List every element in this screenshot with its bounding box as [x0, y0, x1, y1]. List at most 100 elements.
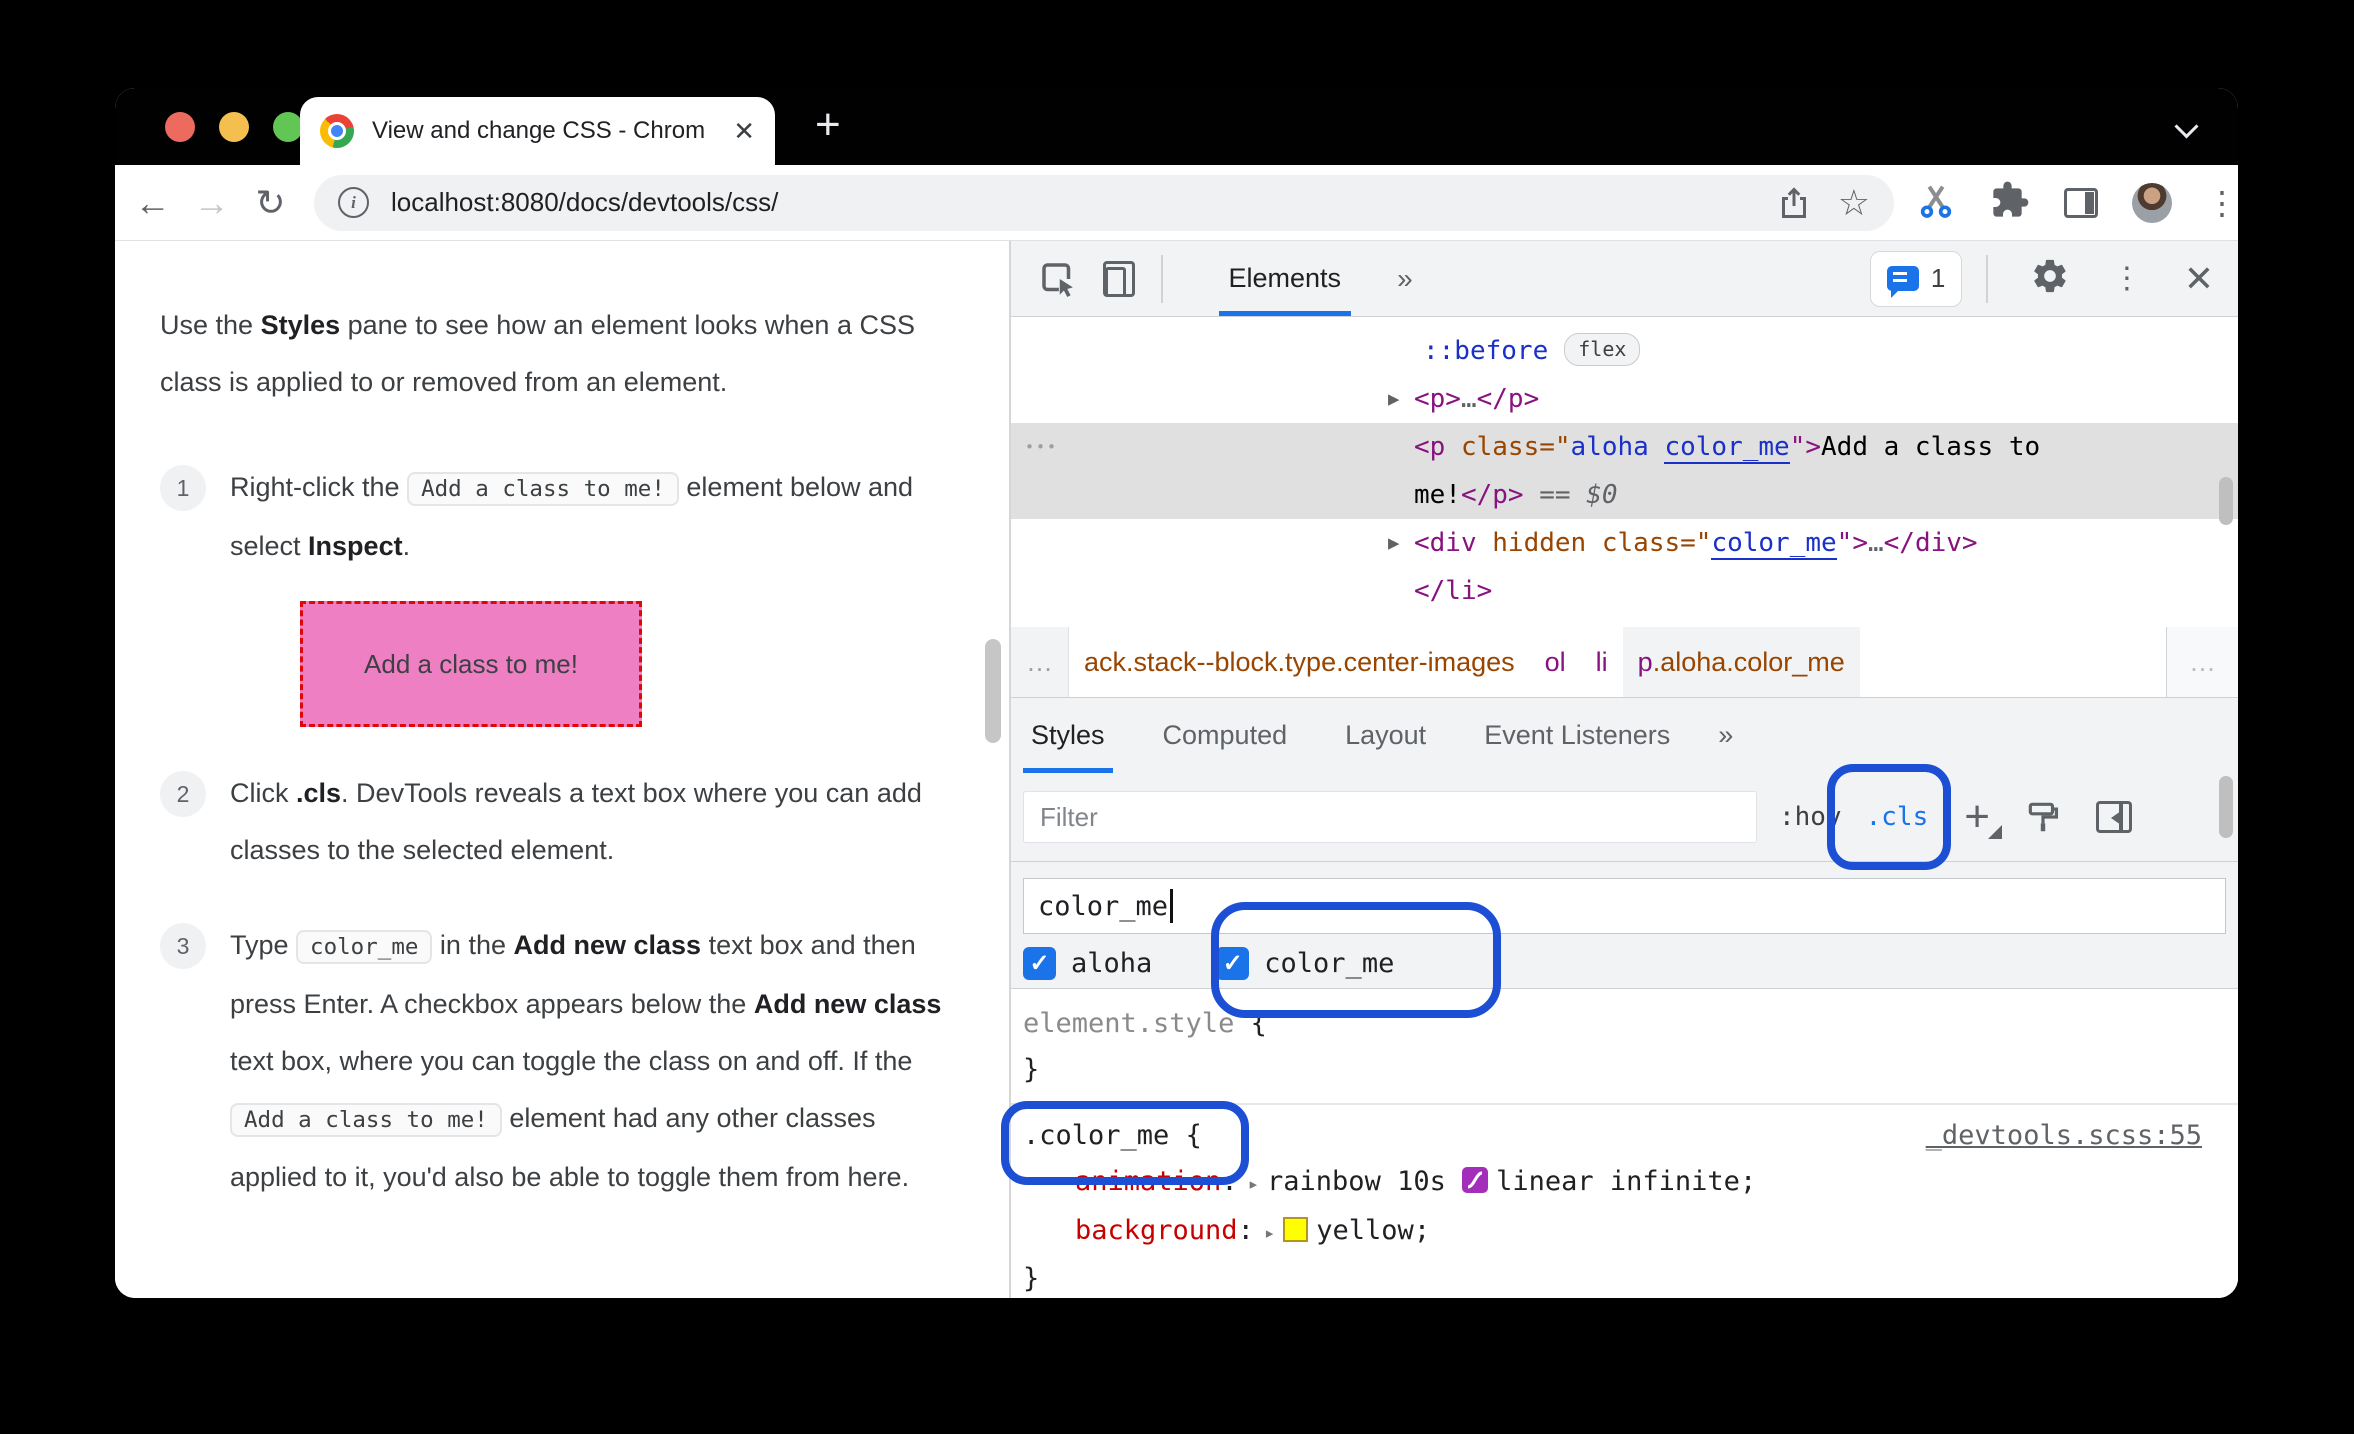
dom-row-div-hidden[interactable]: ▶ <div hidden class="color_me">…</div>: [1011, 519, 2238, 567]
devtools-close-icon[interactable]: ✕: [2184, 260, 2214, 297]
tab-title: View and change CSS - Chrom: [372, 117, 706, 144]
breadcrumb-item-ol[interactable]: ol: [1530, 627, 1581, 697]
step-1: 1 Right-click the Add a class to me! ele…: [160, 459, 969, 737]
devtools-panel: Elements » 1 ⋮ ✕::before flex ▶ <p>…</p…: [1001, 241, 2238, 1298]
toolbar-separator: [1986, 254, 1988, 303]
share-icon[interactable]: [1776, 185, 1812, 221]
new-style-rule-button[interactable]: +: [1964, 795, 2002, 839]
maximize-window-button[interactable]: [273, 112, 303, 142]
styles-scrollbar-thumb[interactable]: [2219, 776, 2233, 838]
dollar-zero-hint: $0: [1586, 480, 1618, 510]
screenshot-stage: View and change CSS - Chrom ✕ + ← → ↻ i …: [0, 0, 2354, 1434]
tab-close-icon[interactable]: ✕: [733, 116, 755, 147]
profile-avatar[interactable]: [2132, 182, 2172, 223]
extensions-puzzle-icon[interactable]: [1990, 180, 2030, 225]
styles-subtabs: Styles Computed Layout Event Listeners »: [1011, 698, 2238, 773]
reload-button[interactable]: ↻: [241, 182, 300, 224]
breadcrumb-item-p-aloha-color-me[interactable]: p .aloha.color_me: [1622, 627, 1860, 697]
element-style-rule[interactable]: element.style {: [1023, 1001, 2238, 1047]
tab-strip: View and change CSS - Chrom ✕ +: [115, 88, 2238, 165]
scissors-extension-icon[interactable]: [1916, 180, 1956, 225]
browser-window: View and change CSS - Chrom ✕ + ← → ↻ i …: [115, 88, 2238, 1298]
step-2-text: Click .cls. DevTools reveals a text box …: [230, 778, 922, 865]
doc-pane: Use the Styles pane to see how an elemen…: [115, 241, 1009, 1298]
expand-value-triangle-icon[interactable]: ▸: [1254, 1222, 1283, 1244]
more-panels-chevrons-icon[interactable]: »: [1397, 263, 1413, 295]
browser-toolbar: ← → ↻ i localhost:8080/docs/devtools/css…: [115, 165, 2238, 241]
window-controls: [165, 112, 303, 142]
side-panel-icon[interactable]: [2064, 187, 2098, 218]
add-new-class-input[interactable]: color_me: [1023, 878, 2226, 934]
dom-row-selected[interactable]: ••• <p class="aloha color_me">Add a class…: [1011, 423, 2238, 519]
tab-layout[interactable]: Layout: [1335, 698, 1436, 773]
annotation-ring-color-me-selector: [1001, 1101, 1249, 1185]
dom-row-p-collapsed[interactable]: ▶ <p>…</p>: [1011, 375, 2238, 423]
step-1-text: Right-click the Add a class to me! eleme…: [230, 459, 950, 737]
expand-triangle-icon[interactable]: ▶: [1388, 519, 1399, 567]
step-3-number: 3: [160, 923, 206, 969]
element-style-rule-close: }: [1023, 1054, 1040, 1085]
dom-gutter-dots[interactable]: •••: [1025, 423, 1058, 471]
new-tab-button[interactable]: +: [815, 100, 841, 150]
browser-tab[interactable]: View and change CSS - Chrom ✕: [300, 97, 775, 165]
bookmark-star-icon[interactable]: ☆: [1838, 184, 1870, 221]
dom-row-li-close[interactable]: </li>: [1011, 567, 2238, 615]
browser-menu-kebab-icon[interactable]: ⋮: [2206, 184, 2238, 222]
devtools-menu-kebab-icon[interactable]: ⋮: [2112, 261, 2142, 296]
class-checkboxes-row: ✓ aloha ✓ color_me: [1023, 947, 2226, 980]
code-chip: Add a class to me!: [407, 472, 679, 506]
checkbox-aloha[interactable]: ✓: [1023, 947, 1056, 980]
devtools-toolbar-right: 1 ⋮ ✕: [1869, 250, 2214, 307]
breadcrumb: … ack.stack--block.type.center-images ol…: [1011, 627, 2238, 698]
flex-badge[interactable]: flex: [1564, 333, 1641, 366]
breadcrumb-item-li[interactable]: li: [1581, 627, 1623, 697]
doc-scrollbar-thumb[interactable]: [985, 639, 1001, 743]
dom-row-pseudo-before[interactable]: ::before flex: [1011, 327, 2238, 375]
main-area: Use the Styles pane to see how an elemen…: [115, 241, 2238, 1298]
tab-event-listeners[interactable]: Event Listeners: [1474, 698, 1680, 773]
settings-gear-icon[interactable]: [2030, 256, 2070, 301]
dom-tree: ::before flex ▶ <p>…</p> ••• <p class="aloh…: [1011, 317, 2238, 627]
css-property-background[interactable]: background: ▸ yellow;: [1023, 1208, 2238, 1256]
breadcrumb-overflow-right[interactable]: …: [2166, 627, 2238, 697]
chrome-logo-icon: [320, 114, 354, 148]
step-1-number: 1: [160, 465, 206, 511]
bezier-curve-swatch-icon[interactable]: [1462, 1162, 1489, 1208]
tab-styles[interactable]: Styles: [1021, 698, 1115, 773]
devtools-toolbar: Elements » 1 ⋮ ✕: [1011, 241, 2238, 317]
issues-badge[interactable]: 1: [1869, 250, 1963, 307]
step-2-number: 2: [160, 771, 206, 817]
expand-triangle-icon[interactable]: ▶: [1388, 375, 1399, 423]
breadcrumb-item-stack[interactable]: ack.stack--block.type.center-images: [1069, 627, 1530, 697]
color-swatch-yellow-icon[interactable]: [1283, 1217, 1309, 1242]
minimize-window-button[interactable]: [219, 112, 249, 142]
device-toolbar-icon[interactable]: [1103, 260, 1135, 297]
more-subtabs-chevrons-icon[interactable]: »: [1708, 698, 1743, 773]
dom-scrollbar-thumb[interactable]: [2219, 477, 2233, 525]
text-caret: [1170, 889, 1173, 923]
code-chip: color_me: [296, 930, 433, 964]
chevron-down-icon[interactable]: [2176, 116, 2198, 138]
step-3-text: Type color_me in the Add new class text …: [230, 930, 942, 1192]
tab-computed[interactable]: Computed: [1153, 698, 1298, 773]
inspect-element-icon[interactable]: [1037, 258, 1079, 300]
url-text[interactable]: localhost:8080/docs/devtools/css/: [391, 187, 1750, 218]
close-window-button[interactable]: [165, 112, 195, 142]
annotation-ring-cls: [1827, 764, 1951, 870]
breadcrumb-overflow-left[interactable]: …: [1011, 627, 1069, 697]
back-button[interactable]: ←: [123, 182, 182, 224]
class-toggle-aloha[interactable]: ✓ aloha: [1023, 947, 1152, 980]
site-info-icon[interactable]: i: [338, 187, 369, 218]
add-new-class-section: color_me ✓ aloha ✓ color_me: [1011, 862, 2238, 989]
rendering-emulation-icon[interactable]: [2024, 798, 2062, 836]
source-file-link[interactable]: _devtools.scss:55: [1926, 1113, 2202, 1159]
toolbar-right: ⋮: [1916, 180, 2238, 225]
demo-add-class-box[interactable]: Add a class to me!: [300, 601, 642, 727]
forward-button[interactable]: →: [182, 182, 241, 224]
styles-filter-input[interactable]: [1023, 791, 1757, 843]
sidebar-toggle-icon[interactable]: [2095, 801, 2132, 833]
toolbar-separator: [1161, 254, 1163, 303]
color-me-rule-close: }: [1023, 1263, 1040, 1294]
address-bar[interactable]: i localhost:8080/docs/devtools/css/ ☆: [314, 174, 1894, 231]
tab-elements[interactable]: Elements: [1218, 241, 1352, 316]
